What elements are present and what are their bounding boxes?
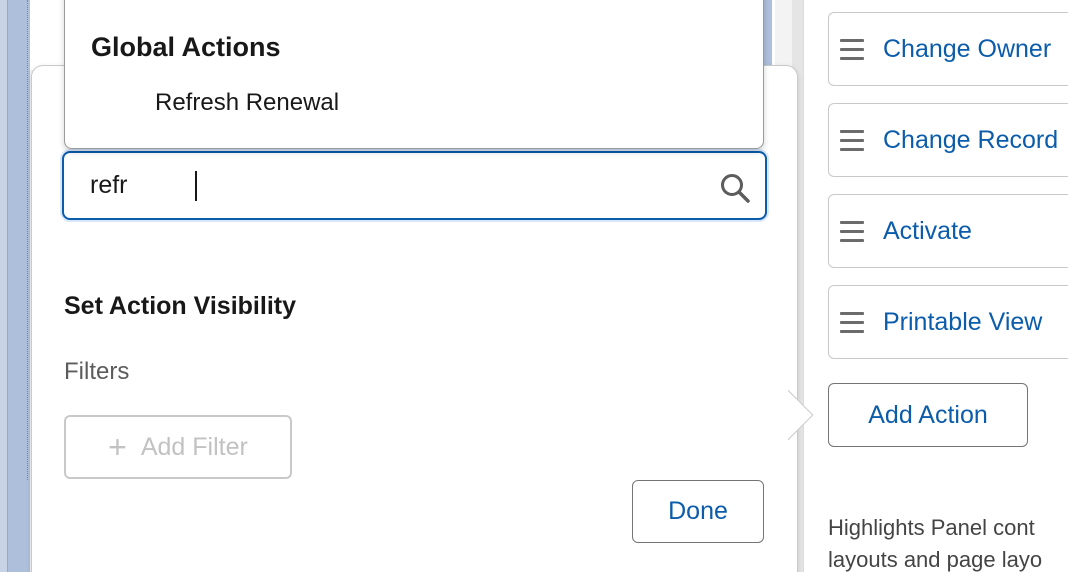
canvas-left-strip [0,0,30,572]
helper-text-line: Highlights Panel cont [828,515,1035,540]
done-button[interactable]: Done [632,480,764,543]
canvas-scroll-track [0,0,8,572]
helper-text-line: layouts and page layo [828,547,1043,572]
action-label: Change Owner [883,34,1052,63]
add-filter-label: Add Filter [140,432,248,461]
text-cursor [195,171,197,201]
drag-handle-icon[interactable] [840,38,864,60]
search-input[interactable] [90,165,690,206]
set-action-visibility-heading: Set Action Visibility [64,292,296,320]
action-label: Change Record [883,125,1059,154]
search-icon [721,174,750,203]
action-label: Printable View [883,307,1043,336]
plus-icon: + [108,429,127,465]
helper-text: Highlights Panel cont layouts and page l… [828,512,1068,572]
add-action-button[interactable]: Add Action [828,383,1028,447]
action-item-change-owner[interactable]: Change Owner [828,12,1068,86]
drag-handle-icon[interactable] [840,311,864,333]
action-item-change-record[interactable]: Change Record [828,103,1068,177]
action-item-printable-view[interactable]: Printable View [828,285,1068,359]
action-item-activate[interactable]: Activate [828,194,1068,268]
filters-label: Filters [64,358,130,385]
action-search-combobox[interactable] [62,151,767,220]
result-option-refresh-renewal[interactable]: Refresh Renewal [155,89,339,117]
popover-pointer [788,389,828,441]
results-group-title: Global Actions [91,32,281,62]
action-label: Activate [883,216,972,245]
drag-handle-icon[interactable] [840,220,864,242]
search-results-dropdown: Global Actions Refresh Renewal [64,0,764,149]
drag-handle-icon[interactable] [840,129,864,151]
add-filter-button[interactable]: + Add Filter [64,415,292,479]
canvas-dotted-guide [27,0,28,480]
